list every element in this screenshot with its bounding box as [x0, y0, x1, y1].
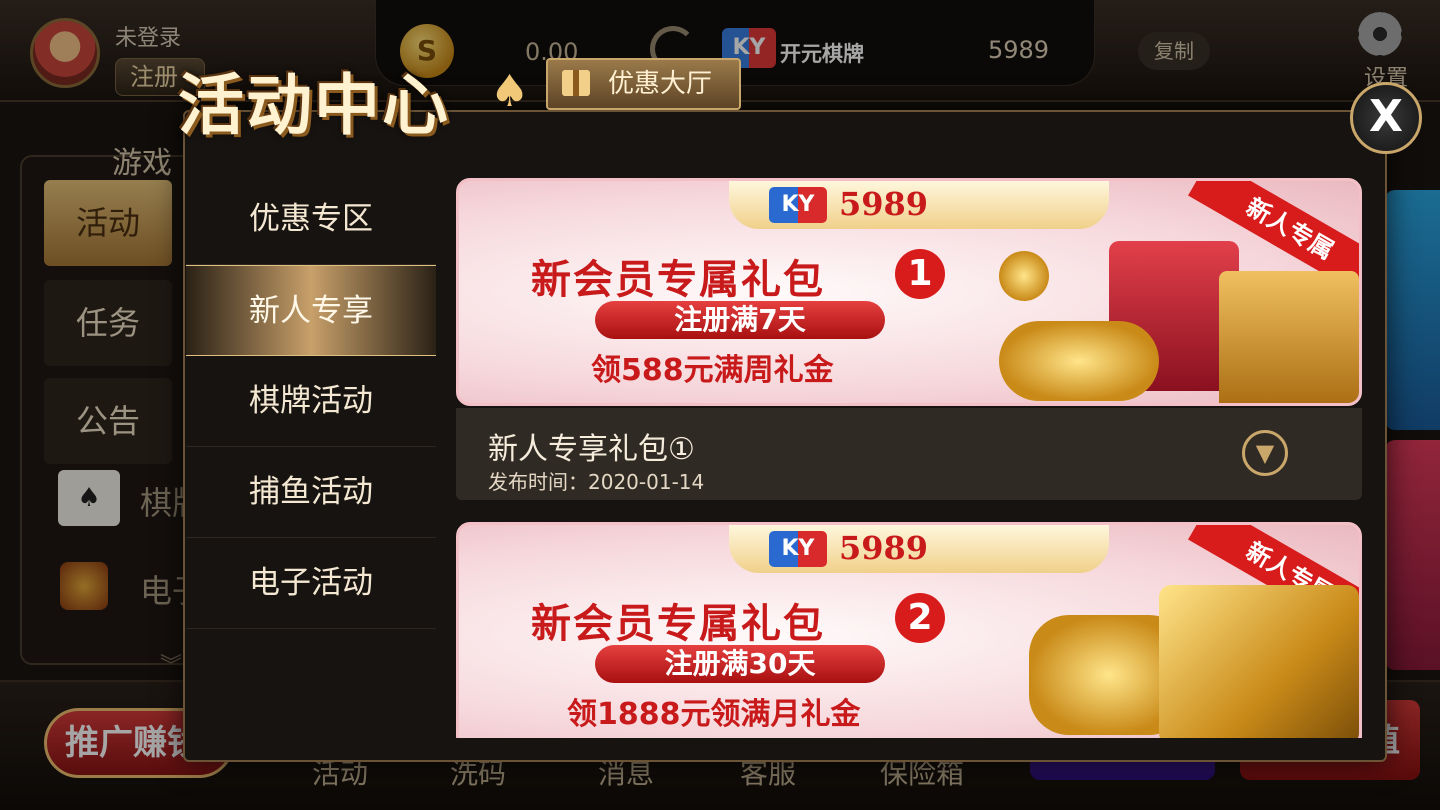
banner-number-badge: 2 — [895, 593, 945, 643]
close-button[interactable]: X — [1350, 82, 1422, 154]
banner-number: 5989 — [839, 529, 929, 567]
banner-title: 新会员专属礼包 — [531, 601, 825, 647]
activity-menu: 优惠专区 新人专享 棋牌活动 捕鱼活动 电子活动 — [186, 174, 436, 629]
gift-box-gold — [1219, 271, 1359, 403]
menu-item-promo[interactable]: 优惠专区 — [186, 174, 436, 265]
publish-date-value: 2020-01-14 — [588, 470, 705, 494]
menu-item-slots[interactable]: 电子活动 — [186, 538, 436, 629]
banner-number: 5989 — [839, 185, 929, 223]
banner-reward: 领1888元领满月礼金 — [567, 697, 861, 732]
menu-item-fishing[interactable]: 捕鱼活动 — [186, 447, 436, 538]
banner-title: 新会员专属礼包 — [531, 257, 825, 303]
menu-item-chess[interactable]: 棋牌活动 — [186, 356, 436, 447]
coin-icon — [999, 251, 1049, 301]
banner-condition: 注册满7天 — [595, 301, 885, 339]
activity-info-row[interactable]: 新人专享礼包① 发布时间：2020-01-14 ▼ — [456, 408, 1362, 500]
ky-logo-icon: KY — [769, 187, 827, 223]
activity-title: 新人专享礼包① — [488, 432, 695, 467]
gold-bars-illustration — [1159, 585, 1359, 738]
gift-icon — [562, 70, 590, 96]
banner-number-badge: 1 — [895, 249, 945, 299]
coin-stack — [999, 321, 1159, 401]
ky-logo-icon: KY — [769, 531, 827, 567]
publish-date-label: 发布时间： — [488, 470, 588, 494]
chevron-down-icon[interactable]: ▼ — [1242, 430, 1288, 476]
promo-banner[interactable]: KY 5989 新人专属 新会员专属礼包 2 注册满30天 领1888元领满月礼… — [456, 522, 1362, 738]
banner-reward: 领588元满周礼金 — [591, 353, 834, 388]
modal-title: 活动中心 — [178, 66, 450, 144]
spade-icon: ♠ — [490, 66, 530, 117]
banner-condition: 注册满30天 — [595, 645, 885, 683]
gift-box-illustration — [999, 221, 1359, 403]
activity-content: KY 5989 新人专属 新会员专属礼包 1 注册满7天 领588元满周礼金 新… — [456, 178, 1364, 738]
promo-banner[interactable]: KY 5989 新人专属 新会员专属礼包 1 注册满7天 领588元满周礼金 — [456, 178, 1362, 406]
publish-date: 发布时间：2020-01-14 — [488, 466, 704, 495]
menu-item-newcomer[interactable]: 新人专享 — [186, 265, 436, 356]
